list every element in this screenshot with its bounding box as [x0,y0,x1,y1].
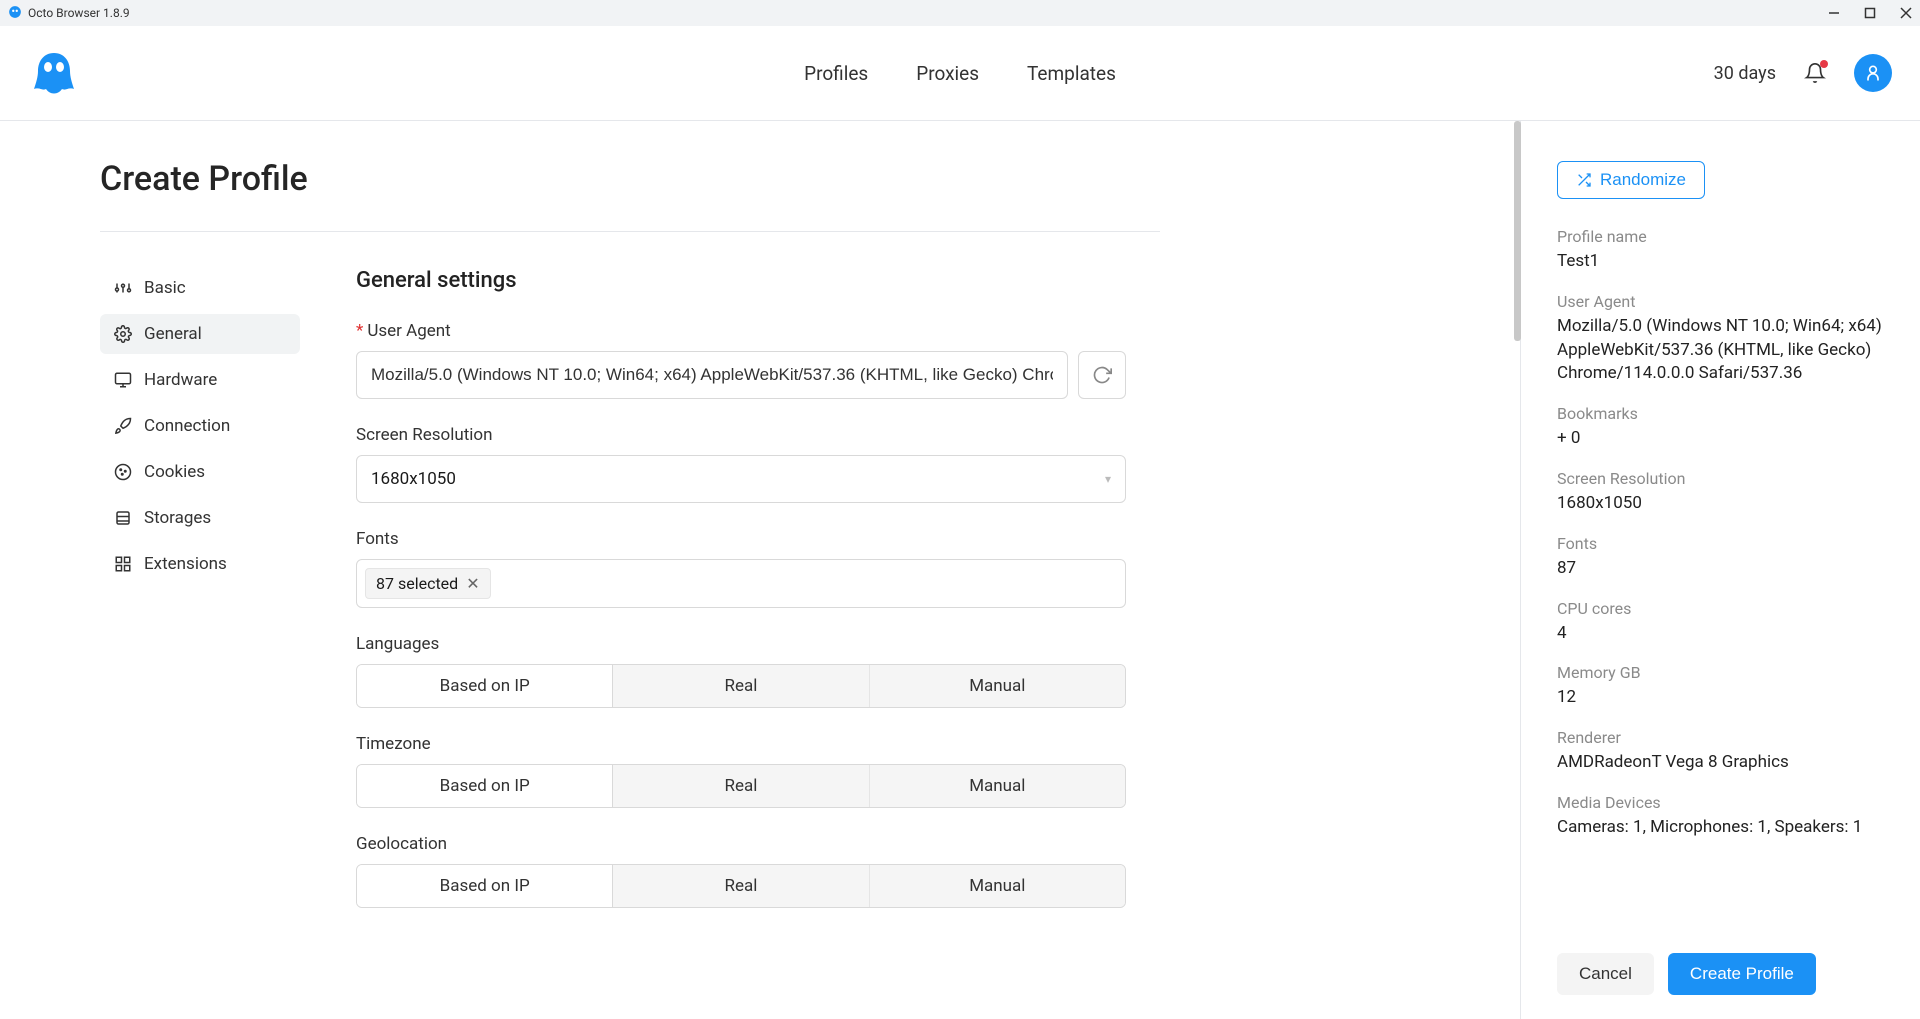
summary-mem-label: Memory GB [1557,663,1884,682]
create-profile-button[interactable]: Create Profile [1668,953,1816,995]
summary-media-value: Cameras: 1, Microphones: 1, Speakers: 1 [1557,816,1884,840]
timezone-label: Timezone [356,734,1126,754]
database-icon [114,509,132,527]
refresh-icon [1092,365,1112,385]
fonts-select[interactable]: 87 selected ✕ [356,559,1126,608]
rocket-icon [114,417,132,435]
summary-mem-value: 12 [1557,686,1884,710]
timezone-basedip[interactable]: Based on IP [357,765,613,807]
sidebar-item-label: Cookies [144,462,205,482]
summary-ua-label: User Agent [1557,292,1884,311]
summary-panel: Randomize Profile name Test1 User Agent Mo… [1520,121,1920,1019]
geolocation-label: Geolocation [356,834,1126,854]
timezone-manual[interactable]: Manual [870,765,1125,807]
sidebar-item-label: Extensions [144,554,227,574]
refresh-user-agent-button[interactable] [1078,351,1126,399]
nav-profiles[interactable]: Profiles [804,62,868,85]
sidebar-item-connection[interactable]: Connection [100,406,300,446]
geolocation-real[interactable]: Real [613,865,869,907]
languages-real[interactable]: Real [613,665,869,707]
geolocation-basedip[interactable]: Based on IP [357,865,613,907]
fonts-tag-label: 87 selected [376,574,458,593]
scrollbar-thumb[interactable] [1514,121,1521,341]
cookie-icon [114,463,132,481]
grid-icon [114,555,132,573]
sidebar-item-cookies[interactable]: Cookies [100,452,300,492]
screen-resolution-label: Screen Resolution [356,425,1126,445]
summary-cpu-value: 4 [1557,622,1884,646]
days-remaining[interactable]: 30 days [1714,63,1776,84]
summary-renderer-label: Renderer [1557,728,1884,747]
window-title: Octo Browser 1.8.9 [28,6,130,20]
sidebar-item-storages[interactable]: Storages [100,498,300,538]
window-minimize-icon[interactable] [1828,7,1840,19]
sidebar-item-label: General [144,324,202,344]
window-close-icon[interactable] [1900,7,1912,19]
summary-media-label: Media Devices [1557,793,1884,812]
remove-tag-icon[interactable]: ✕ [466,574,479,593]
cancel-button[interactable]: Cancel [1557,953,1654,995]
screen-resolution-value: 1680x1050 [371,469,456,489]
app-header: Profiles Proxies Templates 30 days [0,26,1920,121]
chevron-down-icon: ▾ [1105,472,1111,486]
languages-basedip[interactable]: Based on IP [357,665,613,707]
nav-templates[interactable]: Templates [1027,62,1116,85]
page-title: Create Profile [100,159,1160,199]
sidebar-item-extensions[interactable]: Extensions [100,544,300,584]
gear-icon [114,325,132,343]
summary-profile-name-label: Profile name [1557,227,1884,246]
summary-bookmarks-value: + 0 [1557,427,1884,451]
fonts-tag: 87 selected ✕ [365,568,491,599]
randomize-label: Randomize [1600,170,1686,190]
fonts-label: Fonts [356,529,1126,549]
summary-fonts-label: Fonts [1557,534,1884,553]
summary-screen-label: Screen Resolution [1557,469,1884,488]
sidebar-item-label: Connection [144,416,230,436]
user-agent-input[interactable] [356,351,1068,399]
sidebar-item-label: Storages [144,508,211,528]
section-title: General settings [356,268,1126,293]
settings-sidebar: Basic General Hardware Connection [100,268,300,584]
divider [100,231,1160,232]
languages-segmented: Based on IP Real Manual [356,664,1126,708]
notification-dot [1820,60,1828,68]
summary-renderer-value: AMDRadeonT Vega 8 Graphics [1557,751,1884,775]
shuffle-icon [1576,172,1592,188]
randomize-button[interactable]: Randomize [1557,161,1705,199]
languages-label: Languages [356,634,1126,654]
logo [28,47,80,99]
timezone-real[interactable]: Real [613,765,869,807]
window-titlebar: Octo Browser 1.8.9 [0,0,1920,26]
summary-screen-value: 1680x1050 [1557,492,1884,516]
app-icon [8,5,22,22]
monitor-icon [114,371,132,389]
window-maximize-icon[interactable] [1864,7,1876,19]
summary-bookmarks-label: Bookmarks [1557,404,1884,423]
user-avatar[interactable] [1854,54,1892,92]
sliders-icon [114,279,132,297]
sidebar-item-label: Hardware [144,370,217,390]
nav-proxies[interactable]: Proxies [916,62,979,85]
sidebar-item-general[interactable]: General [100,314,300,354]
notifications-button[interactable] [1804,62,1826,84]
timezone-segmented: Based on IP Real Manual [356,764,1126,808]
sidebar-item-basic[interactable]: Basic [100,268,300,308]
geolocation-segmented: Based on IP Real Manual [356,864,1126,908]
sidebar-item-hardware[interactable]: Hardware [100,360,300,400]
summary-profile-name-value: Test1 [1557,250,1884,274]
summary-cpu-label: CPU cores [1557,599,1884,618]
screen-resolution-select[interactable]: 1680x1050 ▾ [356,455,1126,503]
sidebar-item-label: Basic [144,278,186,298]
summary-fonts-value: 87 [1557,557,1884,581]
summary-ua-value: Mozilla/5.0 (Windows NT 10.0; Win64; x64… [1557,315,1884,386]
user-agent-label: *User Agent [356,321,1126,341]
geolocation-manual[interactable]: Manual [870,865,1125,907]
languages-manual[interactable]: Manual [870,665,1125,707]
